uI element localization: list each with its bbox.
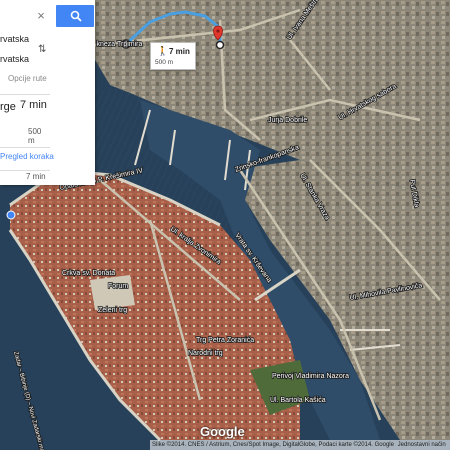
search-button[interactable] [56, 5, 94, 27]
location-marker[interactable] [6, 210, 16, 220]
forum-area [90, 275, 135, 310]
route-distance: 500 m [28, 127, 42, 145]
label-petra-zoranica: Trg Petra Zoranića [196, 337, 254, 344]
map-attribution: Slike ©2014. CNES / Astrium, Cnes/Spot I… [150, 440, 450, 450]
popup-time: 7 min [169, 47, 190, 56]
route-end-marker[interactable] [215, 40, 225, 50]
google-logo: Google [200, 424, 245, 439]
destination-field[interactable]: rvatska [0, 54, 40, 68]
mode-time: 7 min [26, 172, 46, 181]
destination-pin-dot [216, 29, 220, 33]
popup-distance: 500 m [155, 59, 174, 66]
search-icon [70, 10, 82, 22]
label-bartola: Ul. Bartola Kašića [270, 397, 326, 404]
label-forum: Forum [108, 283, 128, 290]
terms-link[interactable]: Jednostavni način [398, 442, 446, 448]
label-zeleni-trg: Zeleni trg [98, 307, 127, 314]
route-card[interactable]: rge 7 min 500 m [0, 94, 50, 148]
clear-icon[interactable]: × [34, 9, 48, 23]
origin-field[interactable]: rvatska [0, 34, 40, 48]
route-options-link[interactable]: Opcije rute [8, 74, 47, 83]
route-info-popup[interactable]: 🚶 7 min 500 m [150, 42, 196, 70]
directions-panel: × rvatska ⇅ rvatska Opcije rute rge 7 mi… [0, 0, 95, 185]
label-jurja: Jurja Dobrile [268, 117, 307, 124]
label-park: Perivoj Vladimira Nazora [272, 373, 349, 380]
walking-mode-row[interactable]: 7 min [0, 170, 50, 183]
label-crkva: Crkva sv. Donata [62, 270, 115, 277]
search-row: × [0, 5, 95, 29]
walking-icon: 🚶 [157, 46, 169, 56]
route-time: 7 min [20, 99, 47, 111]
steps-link[interactable]: Pregled koraka [0, 152, 54, 161]
attribution-text: Slike ©2014. CNES / Astrium, Cnes/Spot I… [152, 442, 394, 448]
route-name: rge [0, 101, 16, 113]
label-narodni: Narodni trg [188, 350, 223, 357]
